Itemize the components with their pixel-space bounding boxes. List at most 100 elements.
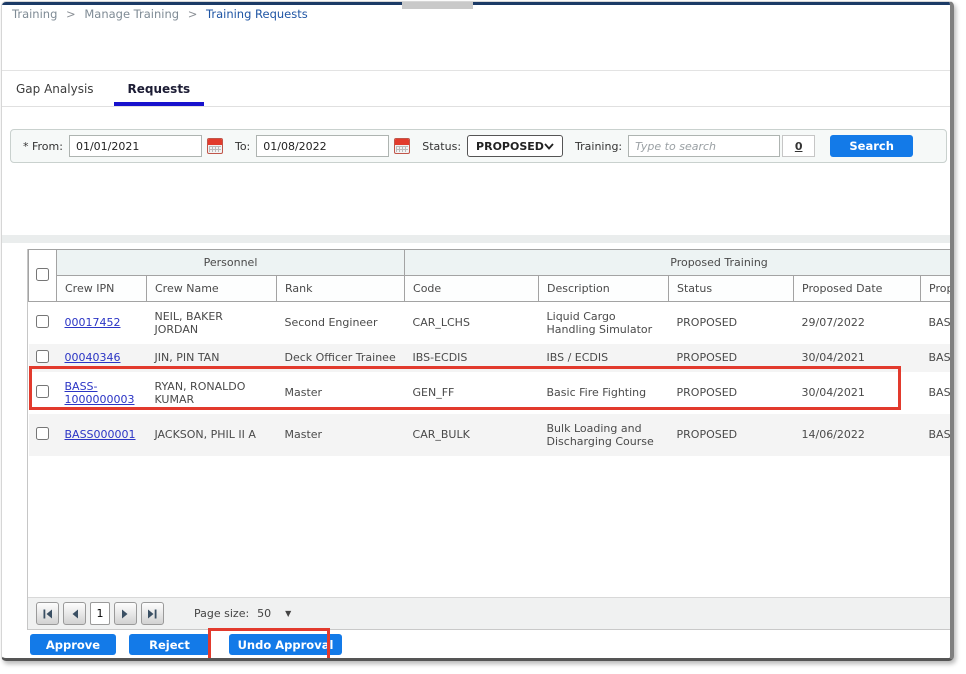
to-date-input[interactable] xyxy=(256,135,389,157)
rank-cell: Master xyxy=(277,372,405,414)
description-cell: IBS / ECDIS xyxy=(539,344,669,372)
table-row: BASS-1000000003 RYAN, RONALDO KUMARMaster… xyxy=(29,372,955,414)
undo-approval-button[interactable]: Undo Approval xyxy=(229,634,342,655)
proposed-by-cell: BASS xyxy=(921,302,954,344)
proposed-date-cell: 30/04/2021 xyxy=(794,372,921,414)
code-cell: IBS-ECDIS xyxy=(405,344,539,372)
rank-cell: Master xyxy=(277,414,405,456)
crew-name-cell: NEIL, BAKER JORDAN xyxy=(147,302,277,344)
approve-button[interactable]: Approve xyxy=(30,634,116,655)
top-border-bar xyxy=(2,2,950,5)
breadcrumb-manage-training[interactable]: Manage Training xyxy=(84,7,179,21)
training-count-link[interactable]: 0 xyxy=(795,140,803,153)
proposed-date-cell: 14/06/2022 xyxy=(794,414,921,456)
status-cell: PROPOSED xyxy=(669,344,794,372)
proposed-training-group-header: Proposed Training xyxy=(405,250,954,276)
crew-name-cell: JIN, PIN TAN xyxy=(147,344,277,372)
proposed-date-cell: 29/07/2022 xyxy=(794,302,921,344)
reject-button[interactable]: Reject xyxy=(129,634,210,655)
col-header-proposed-by: Proposed By xyxy=(921,276,954,302)
prev-page-button[interactable] xyxy=(63,602,86,625)
crew-ipn-cell: BASS000001 xyxy=(57,414,147,456)
row-checkbox[interactable] xyxy=(36,315,49,328)
next-page-button[interactable] xyxy=(114,602,137,625)
crew-ipn-link[interactable]: BASS000001 xyxy=(65,428,136,441)
status-label: Status: xyxy=(422,140,461,153)
status-cell: PROPOSED xyxy=(669,372,794,414)
from-date-label: * From: xyxy=(23,140,63,153)
col-header-rank: Rank xyxy=(277,276,405,302)
code-cell: CAR_BULK xyxy=(405,414,539,456)
row-checkbox[interactable] xyxy=(36,350,49,363)
tab-gap-analysis-label: Gap Analysis xyxy=(16,82,94,96)
first-page-button[interactable] xyxy=(36,602,59,625)
crew-name-cell: JACKSON, PHIL II A xyxy=(147,414,277,456)
chevron-down-icon xyxy=(544,143,554,150)
status-select-value: PROPOSED xyxy=(476,140,544,153)
crew-ipn-link[interactable]: 00017452 xyxy=(65,316,121,329)
horizontal-scrollbar-thumb[interactable] xyxy=(402,2,473,9)
select-all-checkbox[interactable] xyxy=(36,268,49,281)
row-checkbox-cell xyxy=(29,414,57,456)
col-header-code: Code xyxy=(405,276,539,302)
training-label: Training: xyxy=(575,140,622,153)
description-cell: Liquid Cargo Handling Simulator xyxy=(539,302,669,344)
row-checkbox-cell xyxy=(29,302,57,344)
row-checkbox[interactable] xyxy=(36,427,49,440)
crew-name-cell: RYAN, RONALDO KUMAR xyxy=(147,372,277,414)
tab-requests-label: Requests xyxy=(128,82,191,96)
first-page-icon xyxy=(42,609,53,619)
col-header-crew-name: Crew Name xyxy=(147,276,277,302)
last-page-button[interactable] xyxy=(141,602,164,625)
tab-requests[interactable]: Requests xyxy=(114,71,205,106)
calendar-icon[interactable] xyxy=(394,138,410,154)
proposed-by-cell: BASS xyxy=(921,372,954,414)
proposed-by-cell: BASS xyxy=(921,414,954,456)
page-number-input[interactable] xyxy=(90,602,110,625)
training-requests-table: Personnel Proposed Training Crew IPN Cre… xyxy=(28,249,954,456)
breadcrumb-separator: > xyxy=(188,7,198,21)
from-date-input[interactable] xyxy=(69,135,202,157)
col-header-crew-ipn: Crew IPN xyxy=(57,276,147,302)
breadcrumb-separator: > xyxy=(66,7,76,21)
to-date-label: To: xyxy=(235,140,250,153)
rank-cell: Second Engineer xyxy=(277,302,405,344)
breadcrumb-training-requests[interactable]: Training Requests xyxy=(206,7,308,21)
description-cell: Bulk Loading and Discharging Course xyxy=(539,414,669,456)
proposed-by-cell: BASS xyxy=(921,344,954,372)
description-cell: Basic Fire Fighting xyxy=(539,372,669,414)
search-button[interactable]: Search xyxy=(830,135,913,157)
table-body: 00017452 NEIL, BAKER JORDANSecond Enginee… xyxy=(29,302,955,456)
action-button-row: Approve Reject Undo Approval xyxy=(30,634,351,655)
status-cell: PROPOSED xyxy=(669,302,794,344)
status-select[interactable]: PROPOSED xyxy=(467,135,563,157)
tab-gap-analysis[interactable]: Gap Analysis xyxy=(10,71,100,106)
rank-cell: Deck Officer Trainee xyxy=(277,344,405,372)
personnel-group-header: Personnel xyxy=(57,250,405,276)
table-row: BASS000001 JACKSON, PHIL II AMasterCAR_BU… xyxy=(29,414,955,456)
tab-bar: Gap Analysis Requests xyxy=(2,70,950,107)
page-size-label: Page size: xyxy=(194,607,249,620)
row-checkbox[interactable] xyxy=(36,385,49,398)
row-checkbox-cell xyxy=(29,372,57,414)
crew-ipn-cell: 00040346 xyxy=(57,344,147,372)
crew-ipn-cell: 00017452 xyxy=(57,302,147,344)
page-size-value[interactable]: 50 xyxy=(257,607,271,620)
filter-panel: * From: To: Status: PROPOSED Training: 0… xyxy=(10,129,947,163)
breadcrumb-training[interactable]: Training xyxy=(12,7,57,21)
table-row: 00040346 JIN, PIN TANDeck Officer Trainee… xyxy=(29,344,955,372)
page-size-caret-icon[interactable]: ▼ xyxy=(285,609,291,618)
crew-ipn-link[interactable]: BASS-1000000003 xyxy=(65,380,135,406)
table-row: 00017452 NEIL, BAKER JORDANSecond Enginee… xyxy=(29,302,955,344)
code-cell: CAR_LCHS xyxy=(405,302,539,344)
training-count-box: 0 xyxy=(782,135,815,157)
next-page-icon xyxy=(121,609,130,619)
training-requests-grid: Personnel Proposed Training Crew IPN Cre… xyxy=(27,249,954,630)
training-search-input[interactable] xyxy=(628,135,780,157)
crew-ipn-link[interactable]: 00040346 xyxy=(65,351,121,364)
calendar-icon[interactable] xyxy=(207,138,223,154)
prev-page-icon xyxy=(70,609,79,619)
proposed-date-cell: 30/04/2021 xyxy=(794,344,921,372)
row-checkbox-cell xyxy=(29,344,57,372)
last-page-icon xyxy=(147,609,158,619)
